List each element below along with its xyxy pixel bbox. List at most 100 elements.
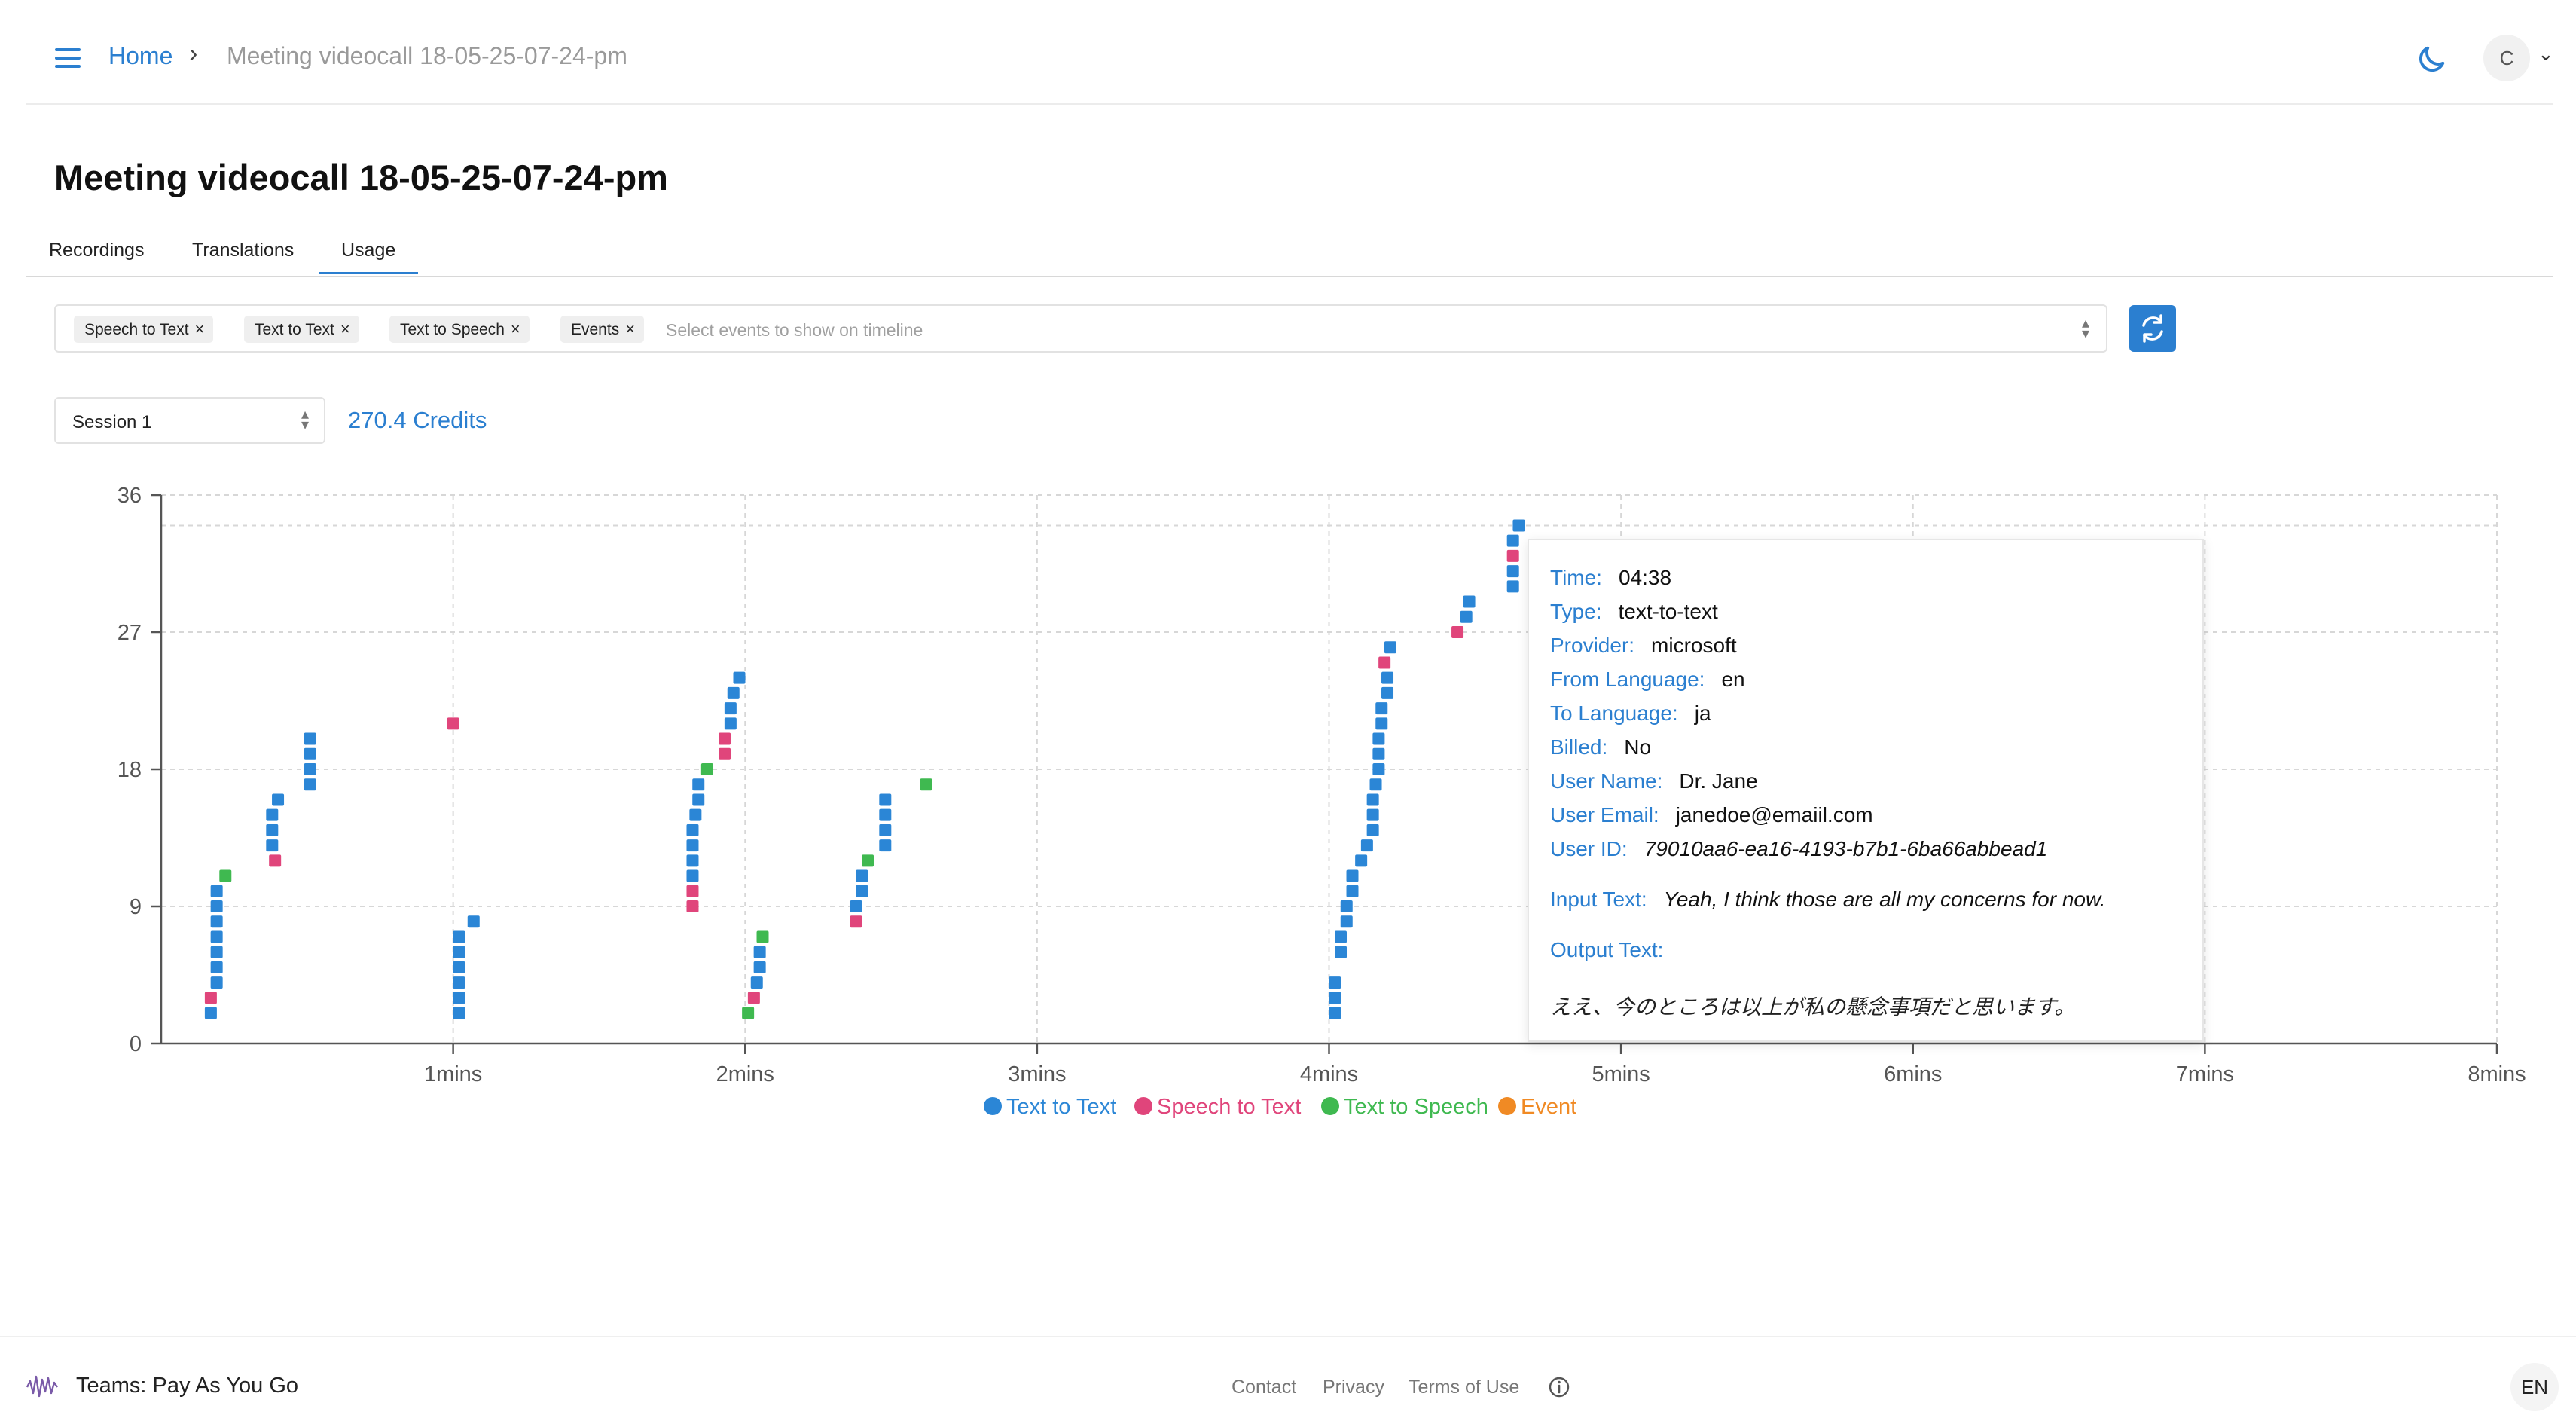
data-point-text-to-text[interactable] (304, 763, 316, 775)
data-point-text-to-text[interactable] (850, 900, 862, 912)
data-point-text-to-text[interactable] (266, 824, 279, 836)
data-point-text-to-text[interactable] (692, 793, 705, 806)
data-point-text-to-text[interactable] (210, 900, 223, 912)
data-point-text-to-text[interactable] (1366, 793, 1379, 806)
data-point-text-to-text[interactable] (1506, 534, 1519, 547)
data-point-text-to-text[interactable] (1512, 519, 1525, 532)
data-point-text-to-text[interactable] (266, 839, 279, 852)
data-point-speech-to-text[interactable] (747, 992, 760, 1004)
data-point-text-to-text[interactable] (1372, 763, 1385, 775)
data-point-text-to-text[interactable] (272, 793, 285, 806)
data-point-text-to-text[interactable] (1335, 946, 1348, 958)
data-point-text-to-speech[interactable] (920, 778, 932, 791)
legend-marker-text-to-speech[interactable] (1321, 1097, 1339, 1115)
data-point-speech-to-text[interactable] (686, 885, 699, 897)
data-point-text-to-text[interactable] (750, 976, 763, 989)
data-point-text-to-text[interactable] (692, 778, 705, 791)
data-point-text-to-text[interactable] (1384, 641, 1396, 654)
legend-label-event[interactable]: Event (1521, 1095, 1576, 1119)
data-point-text-to-text[interactable] (879, 808, 892, 821)
data-point-text-to-text[interactable] (1375, 717, 1388, 730)
remove-chip-icon[interactable]: × (511, 319, 520, 338)
info-icon[interactable] (1547, 1375, 1571, 1399)
tab-usage[interactable]: Usage (319, 240, 419, 274)
remove-chip-icon[interactable]: × (625, 319, 635, 338)
data-point-text-to-text[interactable] (453, 961, 465, 973)
data-point-text-to-text[interactable] (1506, 580, 1519, 593)
data-point-text-to-text[interactable] (304, 747, 316, 760)
data-point-text-to-text[interactable] (453, 992, 465, 1004)
tab-translations[interactable]: Translations (192, 240, 294, 261)
data-point-text-to-text[interactable] (210, 915, 223, 928)
data-point-text-to-text[interactable] (1340, 915, 1353, 928)
data-point-text-to-speech[interactable] (862, 854, 874, 867)
data-point-text-to-text[interactable] (210, 961, 223, 973)
data-point-text-to-text[interactable] (686, 854, 699, 867)
data-point-text-to-text[interactable] (753, 961, 766, 973)
data-point-text-to-text[interactable] (304, 778, 316, 791)
data-point-text-to-speech[interactable] (742, 1007, 755, 1019)
data-point-text-to-text[interactable] (304, 732, 316, 745)
data-point-text-to-text[interactable] (1381, 686, 1394, 699)
legend-marker-text-to-text[interactable] (984, 1097, 1002, 1115)
data-point-text-to-text[interactable] (467, 915, 480, 928)
data-point-text-to-text[interactable] (753, 946, 766, 958)
data-point-text-to-text[interactable] (210, 976, 223, 989)
data-point-speech-to-text[interactable] (719, 747, 731, 760)
data-point-text-to-text[interactable] (453, 946, 465, 958)
data-point-text-to-text[interactable] (879, 839, 892, 852)
data-point-text-to-text[interactable] (1366, 824, 1379, 836)
footer-link-privacy[interactable]: Privacy (1323, 1377, 1384, 1398)
data-point-text-to-text[interactable] (1369, 778, 1382, 791)
data-point-text-to-speech[interactable] (700, 763, 713, 775)
data-point-text-to-text[interactable] (879, 824, 892, 836)
data-point-text-to-text[interactable] (1346, 869, 1359, 882)
footer-link-contact[interactable]: Contact (1232, 1377, 1296, 1398)
language-button[interactable]: EN (2510, 1363, 2559, 1411)
filter-placeholder[interactable]: Select events to show on timeline (666, 320, 923, 341)
data-point-text-to-text[interactable] (210, 885, 223, 897)
legend-label-text-to-text[interactable]: Text to Text (1006, 1095, 1116, 1119)
dark-mode-moon-icon[interactable] (2414, 42, 2449, 77)
data-point-text-to-text[interactable] (453, 1007, 465, 1019)
legend-label-text-to-speech[interactable]: Text to Speech (1344, 1095, 1488, 1119)
data-point-text-to-text[interactable] (210, 946, 223, 958)
data-point-text-to-text[interactable] (1375, 702, 1388, 715)
data-point-text-to-text[interactable] (453, 930, 465, 943)
avatar[interactable]: C (2483, 35, 2530, 81)
legend-label-speech-to-text[interactable]: Speech to Text (1157, 1095, 1301, 1119)
menu-icon[interactable] (55, 45, 81, 71)
data-point-text-to-text[interactable] (686, 824, 699, 836)
data-point-text-to-text[interactable] (1346, 885, 1359, 897)
user-menu[interactable]: C ⌄ (2483, 35, 2559, 81)
data-point-text-to-text[interactable] (1355, 854, 1368, 867)
data-point-speech-to-text[interactable] (686, 900, 699, 912)
data-point-text-to-text[interactable] (1329, 976, 1341, 989)
data-point-text-to-text[interactable] (733, 671, 746, 684)
data-point-text-to-text[interactable] (856, 869, 868, 882)
data-point-speech-to-text[interactable] (1506, 549, 1519, 562)
data-point-text-to-text[interactable] (686, 869, 699, 882)
data-point-text-to-text[interactable] (1335, 930, 1348, 943)
data-point-text-to-text[interactable] (689, 808, 702, 821)
data-point-speech-to-text[interactable] (1378, 656, 1391, 669)
session-select[interactable]: Session 1 ▴ ▾ (54, 397, 325, 444)
data-point-text-to-text[interactable] (1329, 1007, 1341, 1019)
data-point-text-to-text[interactable] (1463, 595, 1476, 608)
data-point-text-to-text[interactable] (1381, 671, 1394, 684)
data-point-speech-to-text[interactable] (269, 854, 282, 867)
data-point-text-to-text[interactable] (1372, 732, 1385, 745)
data-point-speech-to-text[interactable] (204, 992, 217, 1004)
legend-marker-event[interactable] (1498, 1097, 1516, 1115)
data-point-text-to-text[interactable] (1372, 747, 1385, 760)
data-point-speech-to-text[interactable] (850, 915, 862, 928)
data-point-speech-to-text[interactable] (719, 732, 731, 745)
remove-chip-icon[interactable]: × (340, 319, 350, 338)
legend-marker-speech-to-text[interactable] (1134, 1097, 1152, 1115)
data-point-text-to-text[interactable] (1360, 839, 1373, 852)
data-point-text-to-text[interactable] (1506, 565, 1519, 578)
data-point-text-to-text[interactable] (1340, 900, 1353, 912)
data-point-text-to-text[interactable] (856, 885, 868, 897)
breadcrumb-home-link[interactable]: Home (108, 42, 172, 70)
data-point-text-to-text[interactable] (204, 1007, 217, 1019)
